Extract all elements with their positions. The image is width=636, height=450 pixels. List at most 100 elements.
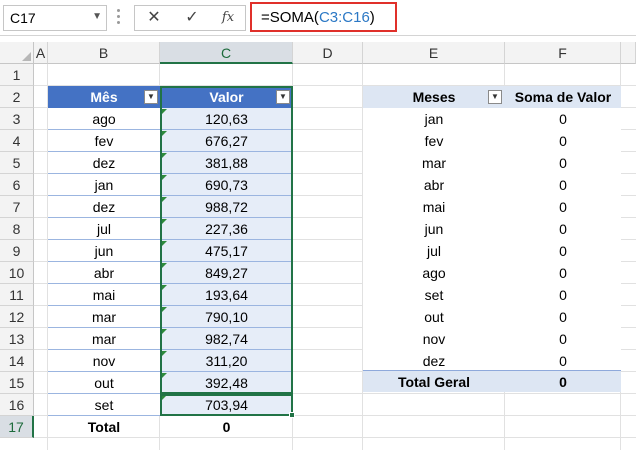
table-cell-mes[interactable]: out xyxy=(48,372,160,394)
column-header-e[interactable]: E xyxy=(363,42,505,64)
table-cell-valor[interactable]: 982,74 xyxy=(160,328,293,350)
pivot-total-label[interactable]: Total Geral xyxy=(363,370,505,392)
pivot-row-label[interactable]: jan xyxy=(363,108,505,130)
fill-handle[interactable] xyxy=(289,412,295,418)
pivot-row-value[interactable]: 0 xyxy=(505,108,621,130)
table-cell-mes[interactable]: set xyxy=(48,394,160,416)
table-cell-mes[interactable]: jan xyxy=(48,174,160,196)
pivot-row-label[interactable]: mar xyxy=(363,152,505,174)
table-cell-mes[interactable]: mar xyxy=(48,328,160,350)
table-cell-mes[interactable]: mar xyxy=(48,306,160,328)
error-indicator-icon xyxy=(162,329,167,334)
formula-buttons: ✕ ✓ fx xyxy=(134,5,246,31)
column-header-f[interactable]: F xyxy=(505,42,621,64)
pivot-row-label[interactable]: mai xyxy=(363,196,505,218)
chevron-down-icon[interactable]: ▼ xyxy=(92,11,102,22)
column-header-b[interactable]: B xyxy=(48,42,160,64)
row-header[interactable]: 7 xyxy=(0,196,34,218)
table-cell-valor[interactable]: 690,73 xyxy=(160,174,293,196)
table-cell-valor[interactable]: 227,36 xyxy=(160,218,293,240)
pivot-row-value[interactable]: 0 xyxy=(505,130,621,152)
table-cell-valor[interactable]: 381,88 xyxy=(160,152,293,174)
formula-input[interactable]: =SOMA(C3:C16) xyxy=(250,2,397,32)
row-header[interactable]: 2 xyxy=(0,86,34,108)
pivot-row-label[interactable]: abr xyxy=(363,174,505,196)
pivot-row-value[interactable]: 0 xyxy=(505,240,621,262)
row-header[interactable]: 9 xyxy=(0,240,34,262)
table-cell-mes[interactable]: jun xyxy=(48,240,160,262)
filter-dropdown-icon[interactable]: ▼ xyxy=(276,90,290,104)
column-header-g[interactable] xyxy=(621,42,636,64)
pivot-row-value[interactable]: 0 xyxy=(505,306,621,328)
pivot-row-label[interactable]: jun xyxy=(363,218,505,240)
pivot-row-value[interactable]: 0 xyxy=(505,196,621,218)
row-header[interactable]: 6 xyxy=(0,174,34,196)
pivot-row-label[interactable]: dez xyxy=(363,350,505,372)
table-cell-valor[interactable]: 849,27 xyxy=(160,262,293,284)
row-header[interactable]: 3 xyxy=(0,108,34,130)
pivot-header-soma[interactable]: Soma de Valor xyxy=(505,86,621,108)
table-cell-mes[interactable]: mai xyxy=(48,284,160,306)
checkmark-icon[interactable]: ✓ xyxy=(181,8,203,28)
error-indicator-icon xyxy=(162,307,167,312)
table-cell-valor[interactable]: 475,17 xyxy=(160,240,293,262)
table-cell-valor[interactable]: 703,94 xyxy=(160,394,293,416)
pivot-row-value[interactable]: 0 xyxy=(505,218,621,240)
table-cell-valor[interactable]: 392,48 xyxy=(160,372,293,394)
table-cell-mes[interactable]: ago xyxy=(48,108,160,130)
table-cell-valor[interactable]: 790,10 xyxy=(160,306,293,328)
row-header[interactable]: 4 xyxy=(0,130,34,152)
row-header[interactable]: 1 xyxy=(0,64,34,86)
error-indicator-icon xyxy=(162,351,167,356)
error-indicator-icon xyxy=(162,197,167,202)
row-header[interactable]: 16 xyxy=(0,394,34,416)
pivot-row-value[interactable]: 0 xyxy=(505,328,621,350)
row-header[interactable]: 17 xyxy=(0,416,34,438)
column-header-d[interactable]: D xyxy=(293,42,363,64)
drag-handle-icon[interactable] xyxy=(117,9,121,27)
pivot-row-value[interactable]: 0 xyxy=(505,174,621,196)
pivot-row-label[interactable]: jul xyxy=(363,240,505,262)
cancel-icon[interactable]: ✕ xyxy=(143,8,165,28)
pivot-row-label[interactable]: set xyxy=(363,284,505,306)
table-cell-valor[interactable]: 988,72 xyxy=(160,196,293,218)
table-cell-mes[interactable]: abr xyxy=(48,262,160,284)
row-header[interactable]: 11 xyxy=(0,284,34,306)
error-indicator-icon xyxy=(162,109,167,114)
pivot-header-meses[interactable]: Meses xyxy=(363,86,505,108)
filter-dropdown-icon[interactable]: ▼ xyxy=(144,90,158,104)
row-header[interactable]: 12 xyxy=(0,306,34,328)
spreadsheet-grid[interactable]: A B C D E F 1 2 3 4 5 6 7 8 9 10 11 12 13 14 15 16 17 Mê… xyxy=(0,36,636,450)
insert-function-button[interactable]: fx xyxy=(217,8,239,28)
pivot-row-label[interactable]: fev xyxy=(363,130,505,152)
table-cell-valor[interactable]: 120,63 xyxy=(160,108,293,130)
pivot-total-value[interactable]: 0 xyxy=(505,370,621,392)
name-box[interactable]: C17 ▼ xyxy=(3,5,107,31)
table-cell-mes[interactable]: nov xyxy=(48,350,160,372)
row-header[interactable]: 15 xyxy=(0,372,34,394)
pivot-row-value[interactable]: 0 xyxy=(505,262,621,284)
row-header[interactable]: 5 xyxy=(0,152,34,174)
total-label[interactable]: Total xyxy=(48,416,160,438)
row-header[interactable]: 8 xyxy=(0,218,34,240)
table-cell-valor[interactable]: 311,20 xyxy=(160,350,293,372)
pivot-row-label[interactable]: ago xyxy=(363,262,505,284)
table-cell-mes[interactable]: dez xyxy=(48,196,160,218)
row-header[interactable]: 14 xyxy=(0,350,34,372)
total-value-cell[interactable]: 0 xyxy=(160,416,293,438)
table-cell-valor[interactable]: 193,64 xyxy=(160,284,293,306)
table-cell-mes[interactable]: dez xyxy=(48,152,160,174)
pivot-row-value[interactable]: 0 xyxy=(505,350,621,372)
pivot-row-label[interactable]: out xyxy=(363,306,505,328)
table-cell-mes[interactable]: jul xyxy=(48,218,160,240)
table-cell-valor[interactable]: 676,27 xyxy=(160,130,293,152)
table-cell-mes[interactable]: fev xyxy=(48,130,160,152)
pivot-sort-filter-icon[interactable]: ▼ xyxy=(488,90,502,104)
column-header-c[interactable]: C xyxy=(160,42,293,64)
pivot-row-value[interactable]: 0 xyxy=(505,284,621,306)
row-header[interactable]: 10 xyxy=(0,262,34,284)
row-header[interactable]: 13 xyxy=(0,328,34,350)
column-header-a[interactable]: A xyxy=(34,42,48,64)
pivot-row-value[interactable]: 0 xyxy=(505,152,621,174)
pivot-row-label[interactable]: nov xyxy=(363,328,505,350)
